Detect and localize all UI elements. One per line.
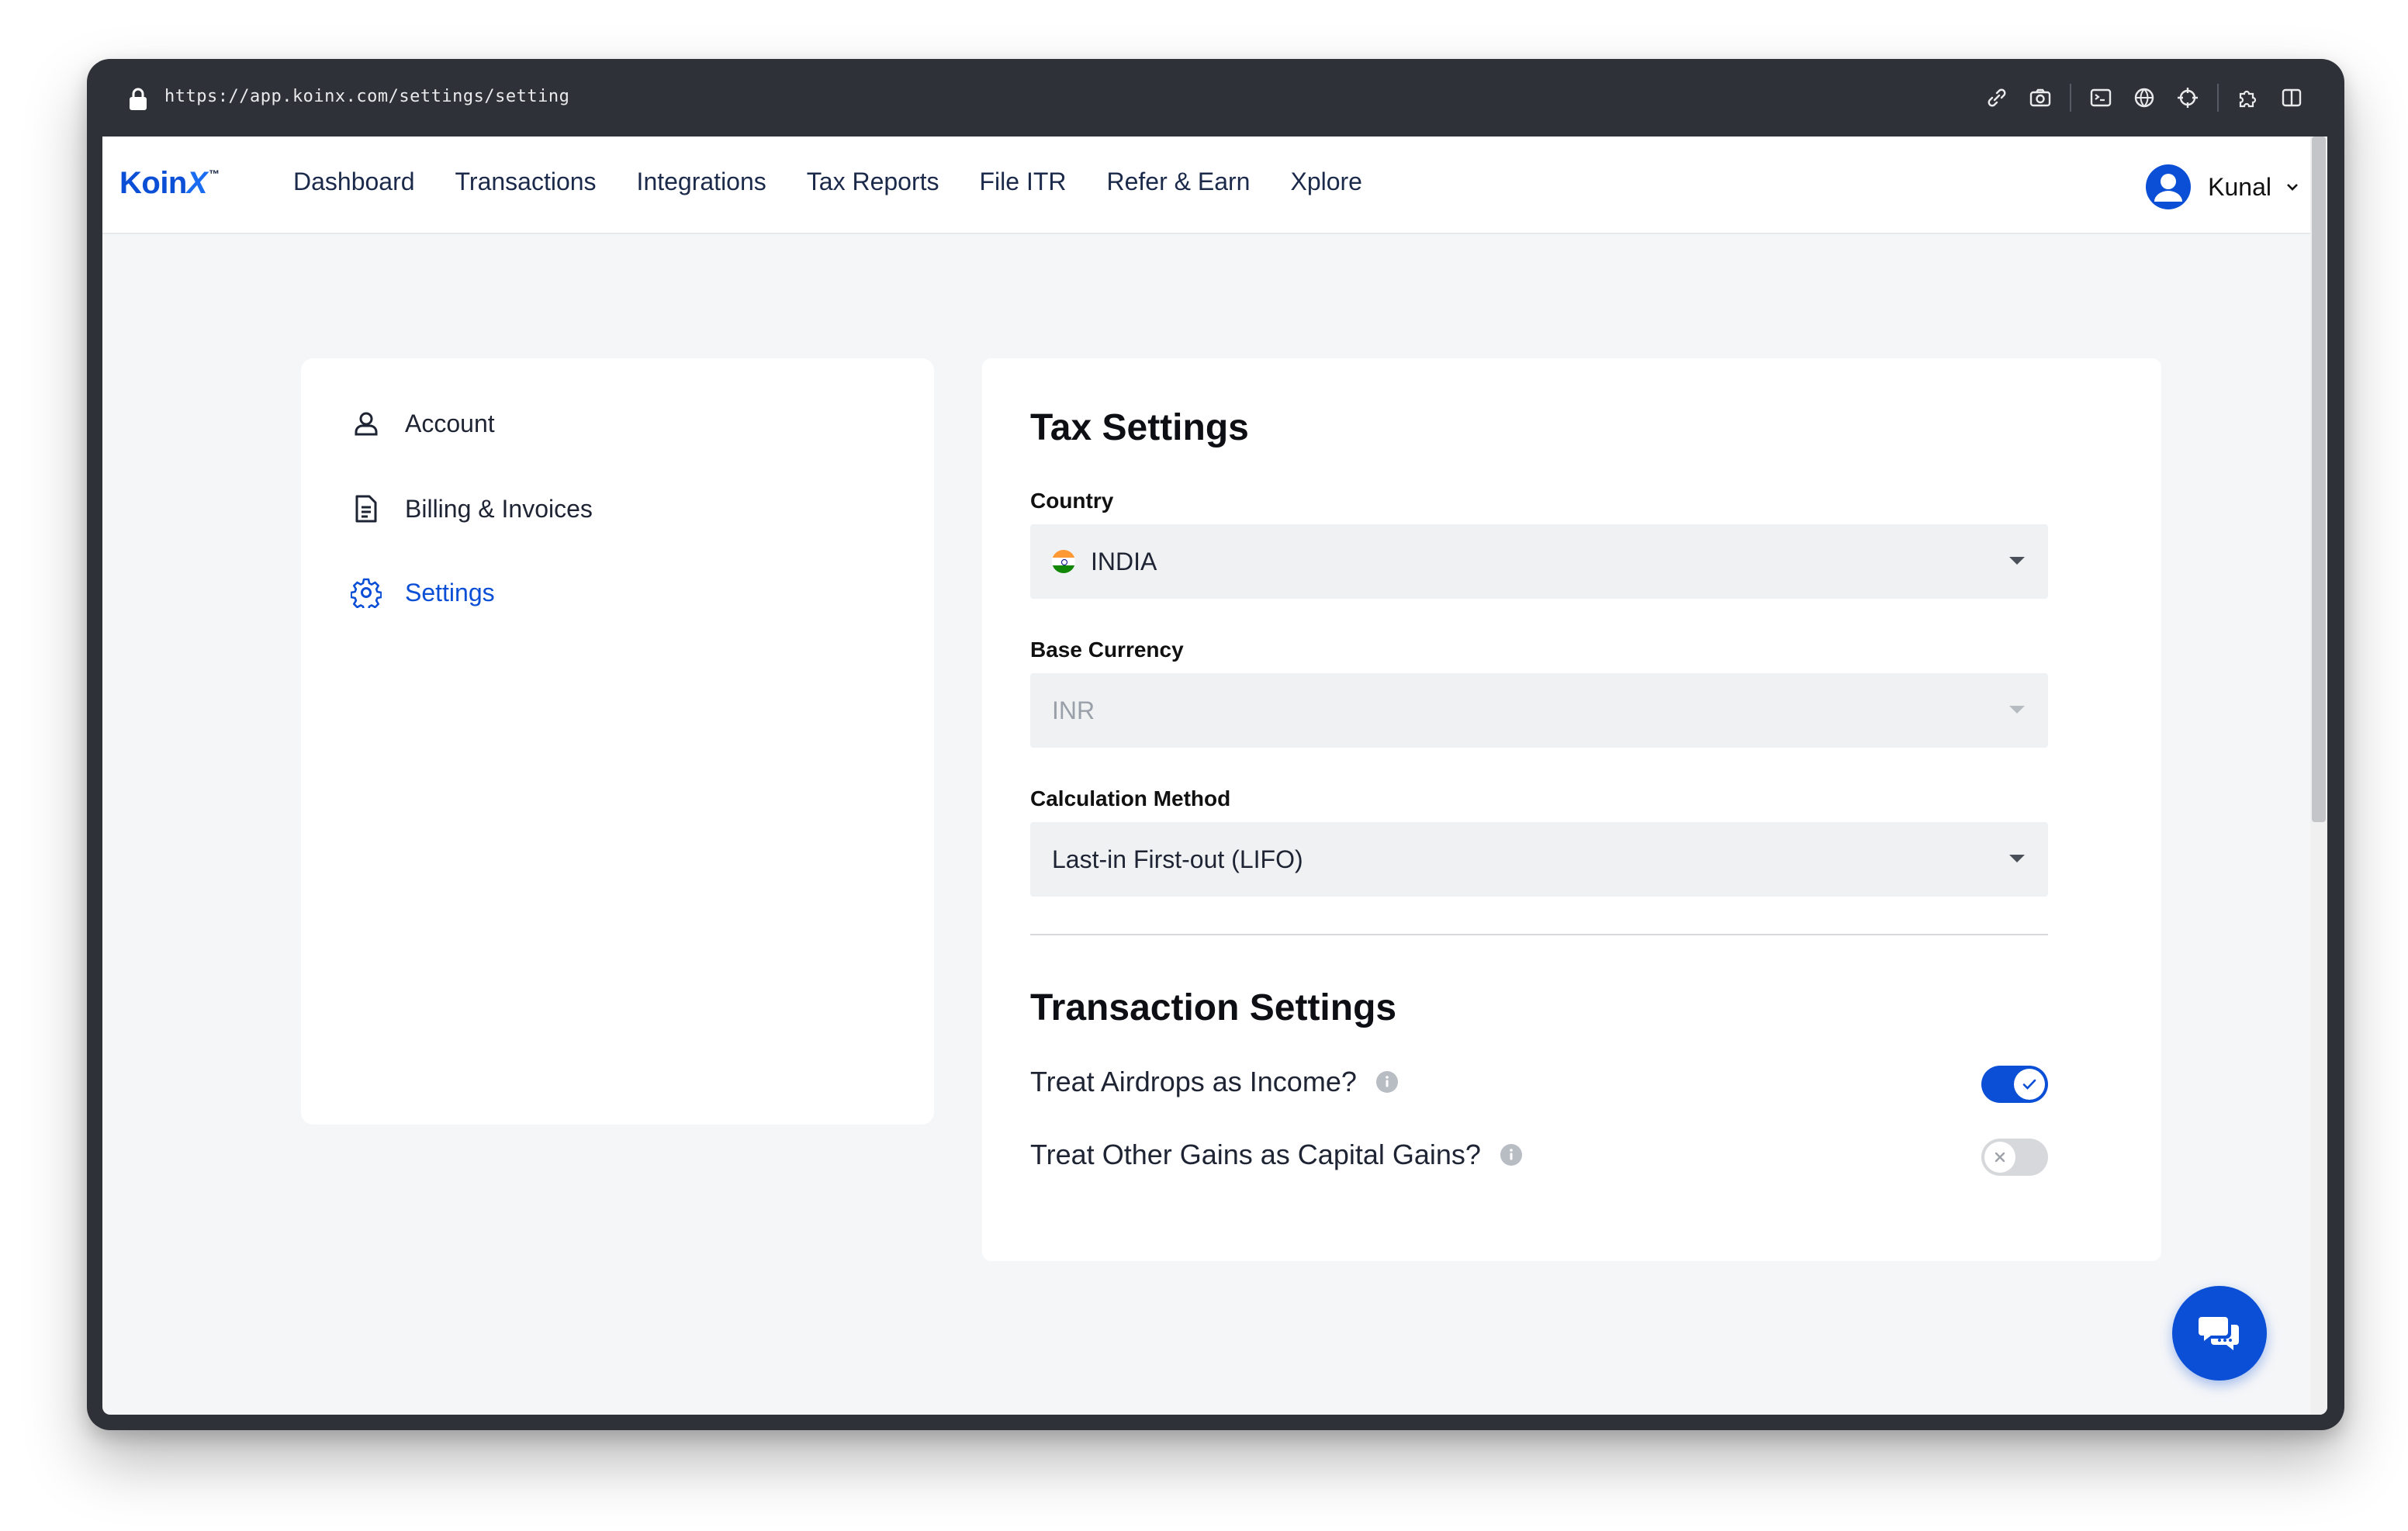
page-viewport: KoinX ™ Dashboard Transactions Integratio… [102,137,2327,1415]
calculation-method-label: Calculation Method [1030,786,1231,810]
document-icon [355,495,377,523]
info-icon[interactable] [1500,1143,1523,1166]
extensions-icon[interactable] [2226,79,2270,116]
caret-down-icon [2009,706,2025,714]
camera-icon[interactable] [2019,79,2062,116]
country-value: INDIA [1091,547,1157,575]
crosshair-icon[interactable] [2166,79,2209,116]
sidebar-item-account[interactable]: Account [351,408,495,439]
airdrops-toggle[interactable] [1981,1066,2048,1103]
browser-url-bar: https://app.koinx.com/settings/setting [87,59,2344,137]
nav-dashboard[interactable]: Dashboard [293,168,415,196]
terminal-icon[interactable] [2079,79,2123,116]
country-select[interactable]: INDIA [1030,524,2048,599]
scrollbar-track[interactable] [2310,137,2327,1415]
nav-refer-earn[interactable]: Refer & Earn [1107,168,1251,196]
lock-icon [130,88,147,110]
nav-links: Dashboard Transactions Integrations Tax … [293,168,1403,196]
settings-sidebar: Account Billing & Invoices Settings [301,358,934,1125]
toolbar-separator [2217,84,2219,112]
chevron-down-icon [2287,184,2298,191]
base-currency-value: INR [1052,696,1095,724]
sidebar-item-label: Account [405,409,495,437]
transaction-settings-title: Transaction Settings [1030,987,1397,1028]
toggle-knob [2014,1069,2045,1100]
globe-icon[interactable] [2123,79,2166,116]
nav-xplore[interactable]: Xplore [1290,168,1362,196]
check-icon [2022,1079,2036,1090]
sidebar-item-settings[interactable]: Settings [351,577,495,608]
close-icon [1995,1152,2005,1163]
country-label: Country [1030,489,1114,513]
base-currency-select: INR [1030,673,2048,748]
chat-button[interactable] [2172,1286,2267,1381]
link-icon[interactable] [1975,79,2019,116]
caret-down-icon [2009,855,2025,862]
other-gains-toggle[interactable] [1981,1139,2048,1176]
avatar [2146,164,2192,209]
user-name: Kunal [2208,172,2271,201]
url-text[interactable]: https://app.koinx.com/settings/setting [164,87,569,106]
nav-transactions[interactable]: Transactions [455,168,597,196]
user-icon [355,412,378,436]
india-flag-icon [1052,550,1075,573]
tax-settings-title: Tax Settings [1030,407,1249,448]
sidebar-icon[interactable] [2270,79,2313,116]
calculation-method-select[interactable]: Last-in First-out (LIFO) [1030,822,2048,897]
nav-file-itr[interactable]: File ITR [980,168,1067,196]
nav-tax-reports[interactable]: Tax Reports [807,168,939,196]
gear-icon [351,578,382,608]
nav-integrations[interactable]: Integrations [637,168,766,196]
sidebar-item-label: Billing & Invoices [405,494,593,523]
chat-icon [2199,1317,2239,1350]
info-icon[interactable] [1375,1070,1399,1094]
toggle-knob [1984,1142,2015,1173]
sidebar-item-label: Settings [405,578,495,607]
browser-window: https://app.koinx.com/settings/setting K… [87,59,2344,1430]
top-navigation: KoinX ™ Dashboard Transactions Integratio… [102,137,2310,234]
toolbar-separator [2070,84,2071,112]
user-avatar-icon [2154,174,2183,202]
koinx-logo[interactable]: KoinX ™ [119,166,220,201]
section-divider [1030,934,2048,935]
sidebar-item-billing[interactable]: Billing & Invoices [351,493,593,524]
calculation-method-value: Last-in First-out (LIFO) [1052,845,1303,873]
user-menu[interactable]: Kunal [2146,164,2301,209]
airdrops-toggle-row: Treat Airdrops as Income? [1030,1066,2048,1104]
airdrops-label: Treat Airdrops as Income? [1030,1066,1357,1097]
base-currency-label: Base Currency [1030,638,1184,662]
other-gains-toggle-row: Treat Other Gains as Capital Gains? [1030,1139,2048,1177]
settings-main-panel: Tax Settings Country INDIA Base Currency… [982,358,2161,1261]
other-gains-label: Treat Other Gains as Capital Gains? [1030,1139,1481,1170]
caret-down-icon [2009,557,2025,565]
scrollbar-thumb[interactable] [2312,137,2326,822]
